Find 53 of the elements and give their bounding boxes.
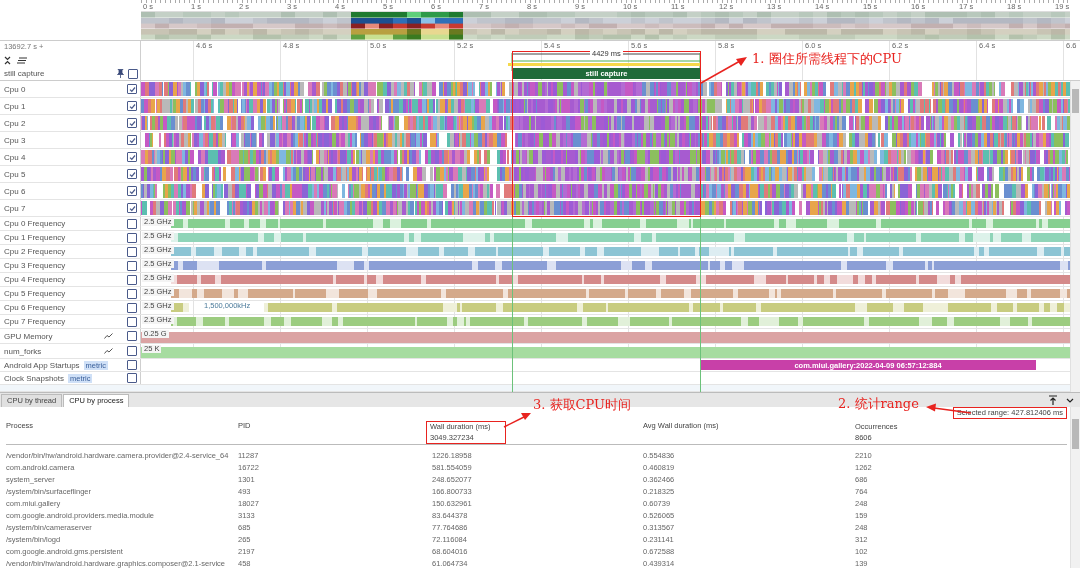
checkbox[interactable] (127, 373, 137, 383)
track-label: Cpu 5 (4, 169, 26, 179)
track-label: Cpu 2 (4, 118, 26, 128)
checkbox[interactable] (127, 331, 137, 341)
track-label: Cpu 0 Frequency (4, 219, 66, 228)
track-label: Cpu 2 Frequency (4, 247, 66, 256)
checkbox[interactable] (127, 316, 137, 327)
chevron-down-icon[interactable] (1066, 398, 1074, 404)
track-label: Cpu 7 Frequency (4, 317, 66, 326)
track-label: Cpu 3 (4, 135, 26, 145)
checkbox[interactable] (127, 246, 137, 257)
track-label: Cpu 5 Frequency (4, 289, 66, 298)
pin-to-top-icon[interactable] (1049, 395, 1057, 405)
track-label: Cpu 3 Frequency (4, 261, 66, 270)
track-label: Clock Snapshots (4, 373, 65, 383)
track-label: Cpu 6 Frequency (4, 303, 66, 312)
checkbox[interactable] (127, 101, 137, 111)
track-label: Cpu 0 (4, 84, 26, 94)
checkbox[interactable] (128, 68, 138, 79)
track-label: Cpu 6 (4, 186, 26, 196)
track-label: num_forks (4, 346, 42, 356)
track-label: Cpu 4 Frequency (4, 275, 66, 284)
checkbox[interactable] (127, 360, 137, 370)
checkbox[interactable] (127, 302, 137, 313)
track-label: Android App Startups (4, 360, 80, 370)
checkbox[interactable] (127, 260, 137, 271)
annotation-text: 1. 圈住所需线程下的CPU (752, 51, 902, 67)
scrollbar[interactable] (1070, 81, 1080, 392)
collapse-icon[interactable] (4, 56, 11, 65)
checkbox[interactable] (127, 203, 137, 213)
track-label: GPU Memory (4, 331, 53, 341)
checkbox[interactable] (127, 232, 137, 243)
checkbox[interactable] (127, 218, 137, 229)
list-icon[interactable] (17, 57, 27, 64)
track-label: Cpu 1 (4, 101, 26, 111)
annotation-arrow (700, 56, 748, 84)
checkbox[interactable] (127, 186, 137, 196)
checkbox[interactable] (127, 152, 137, 162)
checkbox[interactable] (127, 169, 137, 179)
checkbox[interactable] (127, 288, 137, 299)
track-label: Cpu 1 Frequency (4, 233, 66, 242)
annotation-text: 2. 统计range (838, 396, 919, 412)
track-label: Cpu 7 (4, 203, 26, 213)
checkbox[interactable] (127, 135, 137, 145)
track-label: Cpu 4 (4, 152, 26, 162)
track-label: still capture (4, 69, 45, 78)
scrollbar[interactable] (1070, 407, 1080, 568)
checkbox[interactable] (127, 118, 137, 128)
checkbox[interactable] (127, 84, 137, 94)
annotation-text: 3. 获取CPU时间 (533, 397, 631, 413)
checkbox[interactable] (127, 346, 137, 356)
checkbox[interactable] (127, 274, 137, 285)
pin-icon[interactable] (117, 69, 124, 78)
